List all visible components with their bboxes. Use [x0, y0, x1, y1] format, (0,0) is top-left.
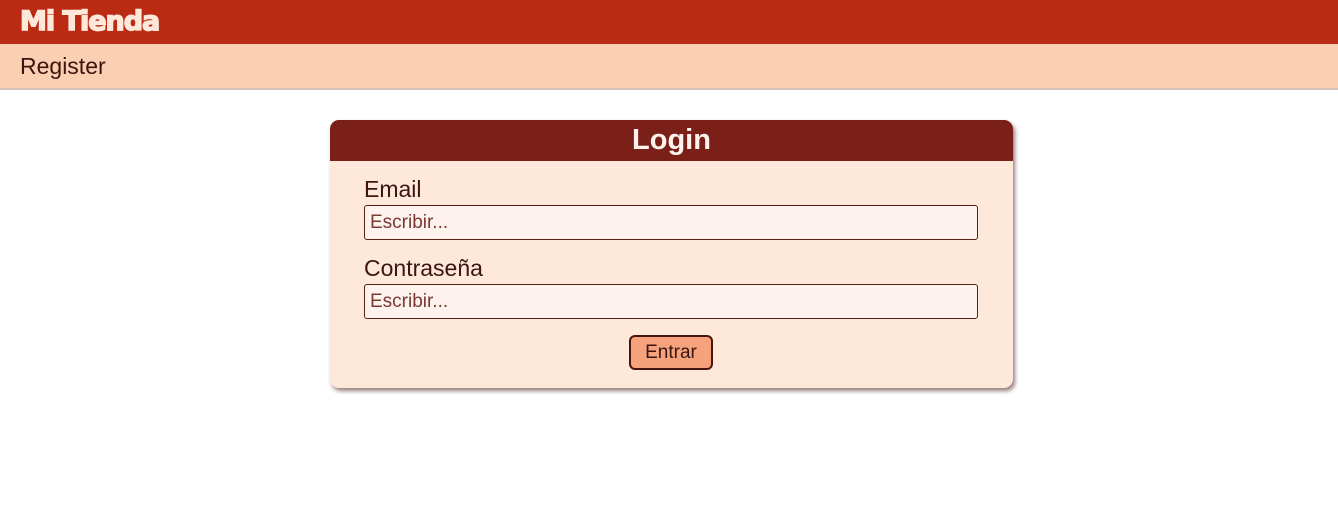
login-title: Login — [632, 124, 711, 156]
email-label: Email — [364, 176, 422, 202]
brand-logo[interactable]: Mi Tienda — [19, 4, 161, 40]
password-label: Contraseña — [364, 255, 483, 281]
login-card: Login Email Contraseña Entrar — [330, 120, 1013, 388]
top-header-bar: Mi Tienda — [0, 0, 1338, 44]
login-card-header: Login — [330, 120, 1013, 161]
submit-button[interactable]: Entrar — [629, 335, 713, 370]
register-link[interactable]: Register — [20, 52, 106, 80]
navigation-bar: Register — [0, 44, 1338, 90]
email-field[interactable] — [364, 205, 978, 240]
password-field[interactable] — [364, 284, 978, 319]
